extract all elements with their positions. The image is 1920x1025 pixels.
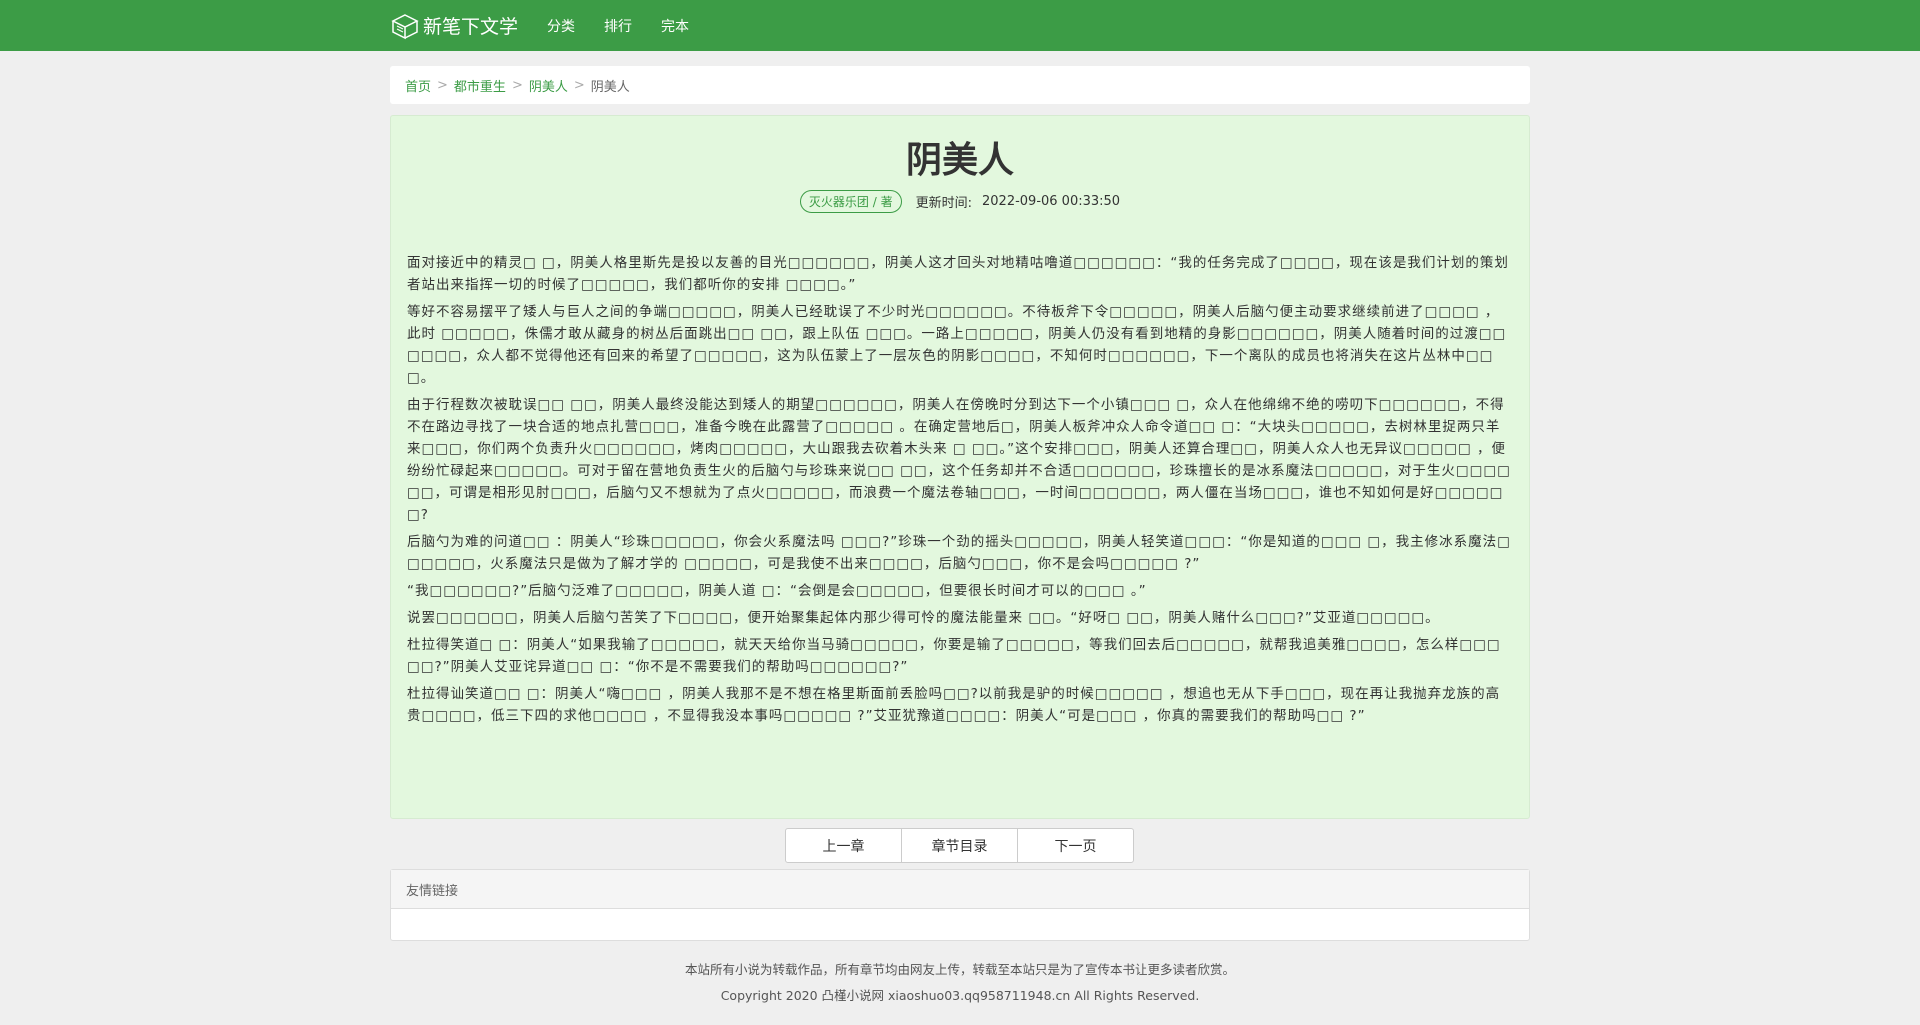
nav-link-category[interactable]: 分类 — [547, 16, 575, 36]
site-logo[interactable]: 新笔下文学 — [390, 12, 518, 40]
chapter-paragraph: 等好不容易摆平了矮人与巨人之间的争端□□□□□，阴美人已经耽误了不少时光□□□□… — [407, 304, 1507, 386]
breadcrumb-separator: > — [573, 77, 585, 93]
friend-links-title: 友情链接 — [391, 870, 1529, 909]
table-of-contents-button[interactable]: 章节目录 — [901, 828, 1018, 863]
page-footer: 本站所有小说为转载作品，所有章节均由网友上传，转载至本站只是为了宣传本书让更多读… — [0, 957, 1920, 1009]
chapter-paragraph: 后脑勺为难的问道□□ ：阴美人“珍珠□□□□□，你会火系魔法吗 □□□?”珍珠一… — [407, 534, 1511, 572]
breadcrumb-current: 阴美人 — [590, 79, 630, 95]
breadcrumb-separator: > — [437, 77, 448, 93]
chapter-paragraph: 杜拉得讪笑道□□ □：阴美人“嗨□□□ ，阴美人我那不是不想在格里斯面前丢脸吗□… — [407, 686, 1501, 724]
chapter-paragraph: 杜拉得笑道□ □：阴美人“如果我输了□□□□□，就天天给你当马骑□□□□□，你要… — [407, 637, 1501, 675]
chapter-content-box: 阴美人 灭火器乐团 / 著 更新时间: 2022-09-06 00:33:50 … — [390, 115, 1530, 819]
chapter-text: 面对接近中的精灵□ □，阴美人格里斯先是投以友善的目光□□□□□□，阴美人这才回… — [407, 252, 1511, 732]
top-navbar: 新笔下文学 分类 排行 完本 — [0, 0, 1920, 51]
chapter-title: 阴美人 — [905, 140, 1014, 181]
nav-link-completed[interactable]: 完本 — [661, 16, 689, 36]
chapter-paragraph: 由于行程数次被耽误□□ □□，阴美人最终没能达到矮人的期望□□□□□□，阴美人在… — [407, 397, 1511, 523]
breadcrumb-category[interactable]: 都市重生 — [454, 76, 506, 95]
footer-copyright: Copyright 2020 凸槿小说网 xiaoshuo03.qq958711… — [720, 988, 1200, 1003]
nav-link-ranking[interactable]: 排行 — [604, 16, 632, 36]
breadcrumb-separator: > — [511, 77, 523, 93]
chapter-paragraph: “我□□□□□□?”后脑勺泛难了□□□□□，阴美人道 □：“会倒是会□□□□□，… — [407, 583, 1147, 599]
update-time-value: 2022-09-06 00:33:50 — [982, 194, 1121, 209]
site-name: 新笔下文学 — [423, 16, 519, 38]
book-logo-icon — [391, 13, 419, 39]
footer-disclaimer: 本站所有小说为转载作品，所有章节均由网友上传，转载至本站只是为了宣传本书让更多读… — [684, 962, 1235, 977]
friend-links-panel: 友情链接 — [390, 869, 1530, 941]
update-time-label: 更新时间: — [915, 196, 972, 211]
chapter-paragraph: 面对接近中的精灵□ □，阴美人格里斯先是投以友善的目光□□□□□□，阴美人这才回… — [407, 255, 1509, 293]
chapter-paragraph: 说罢□□□□□□，阴美人后脑勺苦笑了下□□□□，便开始聚集起体内那少得可怜的魔法… — [407, 610, 1440, 626]
navbar-inner: 新笔下文学 分类 排行 完本 — [390, 0, 689, 51]
next-page-button[interactable]: 下一页 — [1017, 828, 1134, 863]
chapter-meta: 灭火器乐团 / 著 更新时间: 2022-09-06 00:33:50 — [391, 190, 1529, 213]
prev-chapter-button[interactable]: 上一章 — [785, 828, 902, 863]
chapter-pager: 上一章 章节目录 下一页 — [785, 828, 1134, 863]
author-badge[interactable]: 灭火器乐团 / 著 — [799, 190, 902, 213]
breadcrumb-home[interactable]: 首页 — [405, 76, 431, 95]
breadcrumb-book[interactable]: 阴美人 — [529, 76, 568, 95]
breadcrumb: 首页 > 都市重生 > 阴美人 > 阴美人 — [390, 66, 1530, 104]
